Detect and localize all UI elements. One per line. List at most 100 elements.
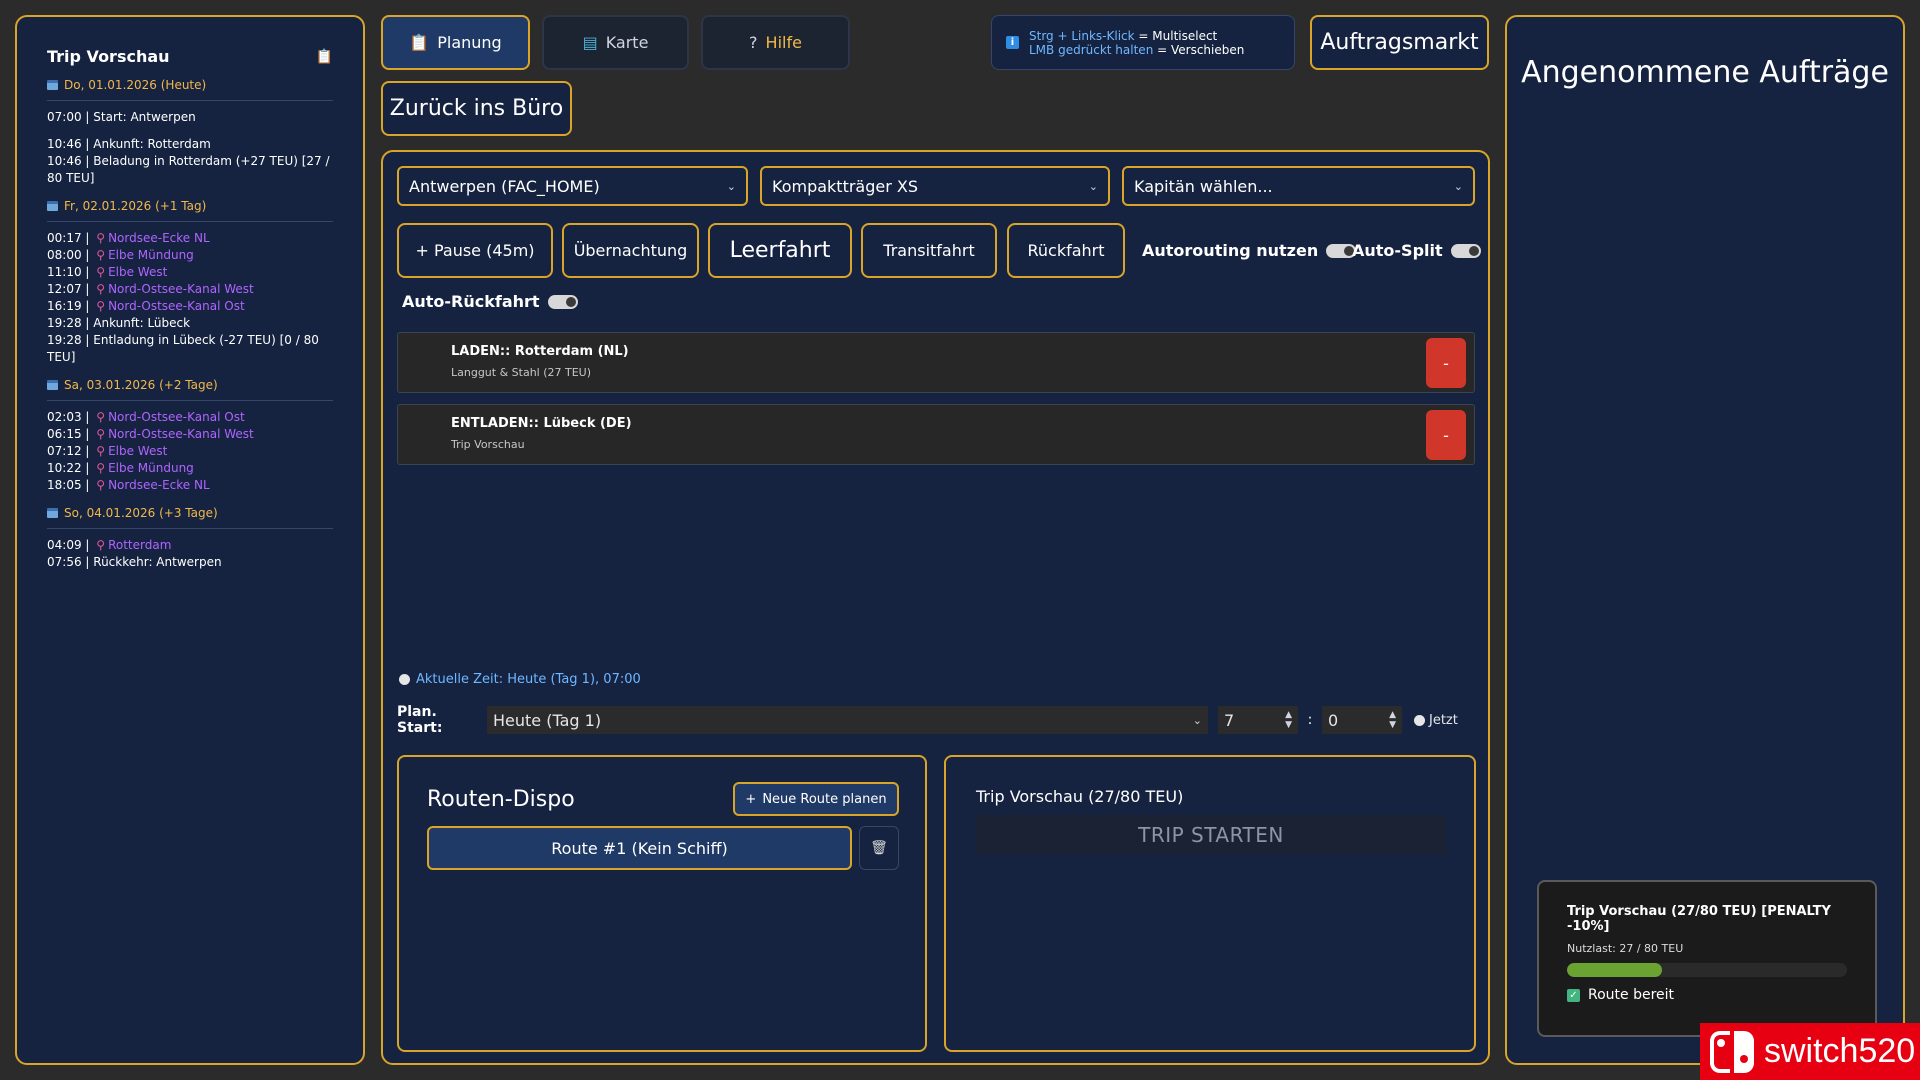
autosplit-label: Auto-Split — [1352, 241, 1443, 260]
return-trip-button[interactable]: Rückfahrt — [1007, 223, 1125, 278]
entry-text: Entladung in Lübeck (-27 TEU) [0 / 80 TE… — [47, 333, 319, 364]
entry-time: 18:05 — [47, 478, 82, 492]
autoreturn-toggle[interactable] — [547, 294, 578, 309]
entry-text: Nordsee-Ecke NL — [108, 478, 210, 492]
calendar-icon — [47, 80, 58, 90]
pin-icon: ⚲ — [96, 231, 106, 245]
tab-hilfe-label: Hilfe — [765, 33, 802, 52]
remove-order-button[interactable]: - — [1426, 338, 1466, 388]
trash-icon[interactable]: 🗑 — [859, 826, 899, 870]
entry-text: Nordsee-Ecke NL — [108, 231, 210, 245]
route-item[interactable]: Route #1 (Kein Schiff) — [427, 826, 852, 870]
start-trip-button[interactable]: TRIP STARTEN — [976, 815, 1446, 855]
order-market-button[interactable]: Auftragsmarkt — [1310, 15, 1489, 70]
port-select[interactable]: Antwerpen (FAC_HOME) ⌄ — [397, 166, 748, 206]
map-icon: ▤ — [582, 33, 598, 52]
entry-time: 07:12 — [47, 444, 82, 458]
tab-hilfe[interactable]: ? Hilfe — [701, 15, 850, 70]
plan-minute-input[interactable]: 0 ▲ ▼ — [1322, 706, 1402, 734]
order-title: ENTLADEN:: Lübeck (DE) — [451, 416, 632, 431]
transit-button[interactable]: Transitfahrt — [861, 223, 997, 278]
accepted-orders-title: Angenommene Aufträge — [1521, 55, 1889, 90]
entry-time: 08:00 — [47, 248, 82, 262]
plan-hour-value: 7 — [1224, 710, 1235, 730]
tab-karte[interactable]: ▤ Karte — [542, 15, 689, 70]
order-row[interactable]: LADEN:: Rotterdam (NL) Langgut & Stahl (… — [397, 332, 1475, 393]
day-date: Do, 01.01.2026 (Heute) — [64, 78, 207, 92]
clock-icon — [399, 674, 410, 685]
entry-text: Rotterdam — [108, 538, 172, 552]
waypoint-entry: 11:10 | ⚲ Elbe West — [47, 265, 168, 279]
back-to-office-button[interactable]: Zurück ins Büro — [381, 81, 572, 136]
waypoint-entry: 16:19 | ⚲ Nord-Ostsee-Kanal Ost — [47, 299, 245, 313]
hint-key-2: LMB gedrückt halten — [1029, 42, 1154, 57]
time-separator: : — [1307, 712, 1313, 728]
entry-text: Ankunft: Rotterdam — [93, 137, 211, 151]
captain-select[interactable]: Kapitän wählen... ⌄ — [1122, 166, 1475, 206]
remove-order-button[interactable]: - — [1426, 410, 1466, 460]
payload-progress-bar — [1567, 963, 1847, 977]
waypoint-entry: 07:12 | ⚲ Elbe West — [47, 444, 168, 458]
current-time-text: Aktuelle Zeit: Heute (Tag 1), 07:00 — [416, 672, 641, 687]
day-date: Fr, 02.01.2026 (+1 Tag) — [64, 199, 207, 213]
autoreturn-toggle-row: Auto-Rückfahrt — [402, 292, 578, 311]
plan-start-label: Plan. Start: — [397, 704, 443, 736]
calendar-icon — [47, 380, 58, 390]
stepper-icon[interactable]: ▲ ▼ — [1389, 710, 1396, 730]
plan-hour-input[interactable]: 7 ▲ ▼ — [1218, 706, 1298, 734]
autosplit-toggle[interactable] — [1450, 243, 1481, 258]
now-button[interactable]: Jetzt — [1414, 713, 1458, 728]
entry-time: 10:46 — [47, 137, 82, 151]
entry-text: Elbe West — [108, 444, 168, 458]
order-subtitle: Langgut & Stahl (27 TEU) — [451, 366, 592, 379]
entry-text: Rückkehr: Antwerpen — [93, 555, 222, 569]
payload-label: Nutzlast: 27 / 80 TEU — [1567, 942, 1684, 955]
tab-planung[interactable]: 📋 Planung — [381, 15, 530, 70]
now-button-label: Jetzt — [1429, 712, 1458, 728]
pin-icon: ⚲ — [96, 538, 106, 552]
clock-icon — [1414, 714, 1425, 726]
entry-text: Elbe Mündung — [108, 248, 194, 262]
chevron-down-icon: ⌄ — [1453, 179, 1463, 193]
day-header: Fr, 02.01.2026 (+1 Tag) — [47, 199, 333, 222]
check-icon: ✓ — [1567, 988, 1580, 1002]
hint-key-1: Strg + Links-Klick — [1029, 28, 1135, 43]
waypoint-entry: 12:07 | ⚲ Nord-Ostsee-Kanal West — [47, 282, 254, 296]
stepper-icon[interactable]: ▲ ▼ — [1285, 710, 1292, 730]
day-date: So, 04.01.2026 (+3 Tage) — [64, 506, 218, 520]
captain-select-value: Kapitän wählen... — [1134, 176, 1273, 196]
timeline-entry: 19:28 | Entladung in Lübeck (-27 TEU) [0… — [47, 333, 319, 364]
entry-text: Start: Antwerpen — [93, 110, 196, 124]
plan-start-day-select[interactable]: Heute (Tag 1) ⌄ — [487, 706, 1208, 734]
day-group: Sa, 03.01.2026 (+2 Tage) 02:03 | ⚲ Nord-Os… — [47, 378, 333, 494]
entry-text: Nord-Ostsee-Kanal West — [108, 282, 254, 296]
pin-icon: ⚲ — [96, 248, 106, 262]
timeline-entry: 19:28 | Ankunft: Lübeck — [47, 316, 191, 330]
waypoint-entry: 04:09 | ⚲ Rotterdam — [47, 538, 172, 552]
trip-preview-header: Trip Vorschau 📋 — [47, 47, 333, 66]
hint-text-2: = Verschieben — [1153, 42, 1245, 57]
entry-text: Nord-Ostsee-Kanal Ost — [108, 410, 245, 424]
clipboard-icon[interactable]: 📋 — [316, 49, 333, 65]
entry-text: Elbe Mündung — [108, 461, 194, 475]
entry-text: Ankunft: Lübeck — [93, 316, 191, 330]
overnight-button[interactable]: Übernachtung — [562, 223, 699, 278]
empty-run-button[interactable]: Leerfahrt — [708, 223, 852, 278]
entry-time: 10:22 — [47, 461, 82, 475]
timeline-entry: 07:00 | Start: Antwerpen — [47, 110, 196, 124]
entry-text: Beladung in Rotterdam (+27 TEU) [27 / 80… — [47, 154, 330, 185]
ship-select[interactable]: Kompaktträger XS ⌄ — [760, 166, 1110, 206]
entry-time: 07:56 — [47, 555, 82, 569]
accepted-order-card[interactable]: Trip Vorschau (27/80 TEU) [PENALTY -10%]… — [1537, 880, 1877, 1037]
entry-time: 10:46 — [47, 154, 82, 168]
order-row[interactable]: ENTLADEN:: Lübeck (DE) Trip Vorschau - — [397, 404, 1475, 465]
pin-icon: ⚲ — [96, 410, 106, 424]
current-time: Aktuelle Zeit: Heute (Tag 1), 07:00 — [399, 672, 641, 687]
entry-time: 07:00 — [47, 110, 82, 124]
new-route-button[interactable]: + Neue Route planen — [733, 782, 899, 816]
autosplit-toggle-row: Auto-Split — [1352, 241, 1481, 260]
waypoint-entry: 00:17 | ⚲ Nordsee-Ecke NL — [47, 231, 210, 245]
entry-text: Nord-Ostsee-Kanal Ost — [108, 299, 245, 313]
pause-button[interactable]: + Pause (45m) — [397, 223, 553, 278]
new-route-label: Neue Route planen — [762, 791, 887, 807]
